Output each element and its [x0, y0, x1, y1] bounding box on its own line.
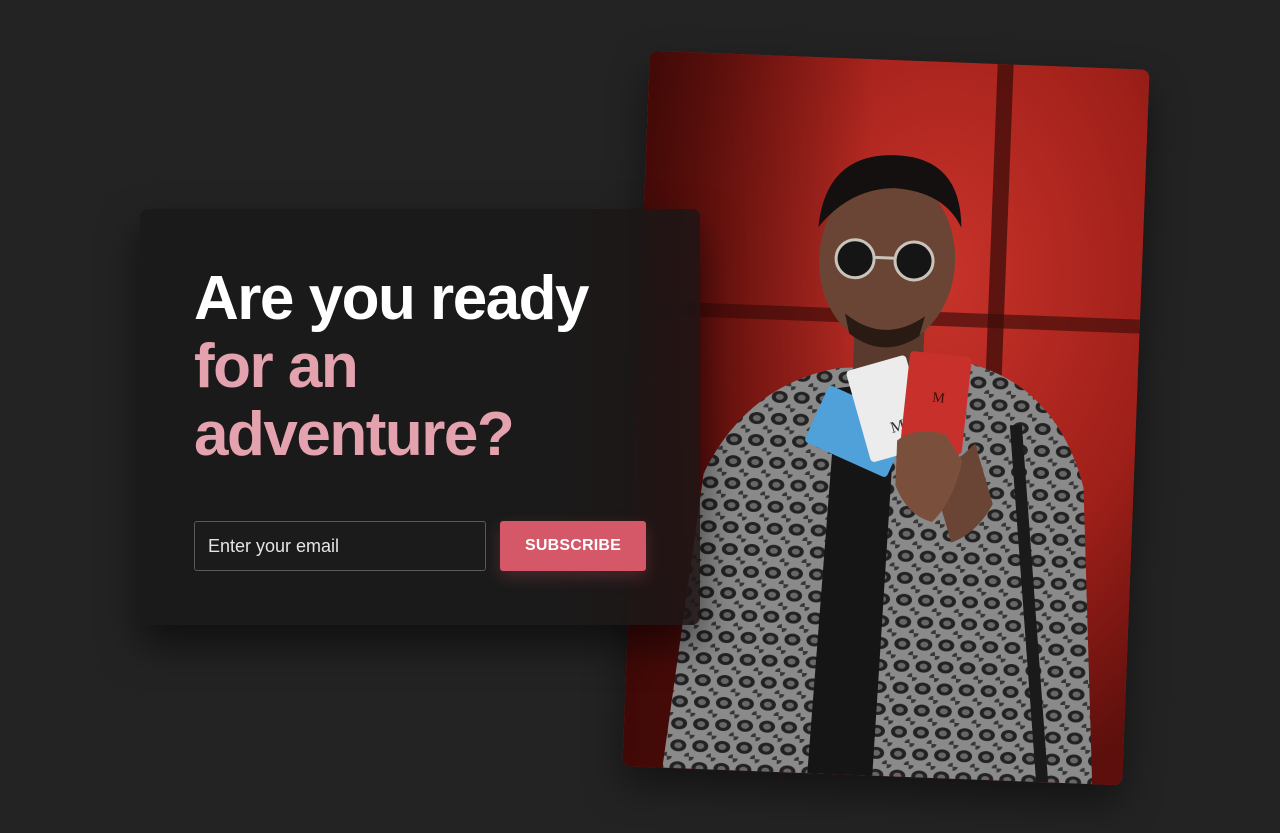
headline: Are you ready for an adventure?	[194, 265, 674, 469]
headline-line-3: adventure?	[194, 400, 515, 469]
newsletter-card: Are you ready for an adventure? SUBSCRIB…	[140, 209, 700, 625]
email-input[interactable]	[194, 521, 486, 571]
photo-illustration: M M	[622, 50, 1150, 786]
card-letter: M	[932, 390, 947, 406]
subscribe-button[interactable]: SUBSCRIBE	[500, 521, 646, 571]
subscribe-form: SUBSCRIBE	[194, 521, 646, 571]
headline-line-1: Are you ready	[194, 264, 590, 333]
page: M M Are you ready for an adventure? SUBS…	[0, 0, 1280, 833]
headline-line-2: for an	[194, 332, 359, 401]
hero-photo: M M	[622, 50, 1150, 786]
